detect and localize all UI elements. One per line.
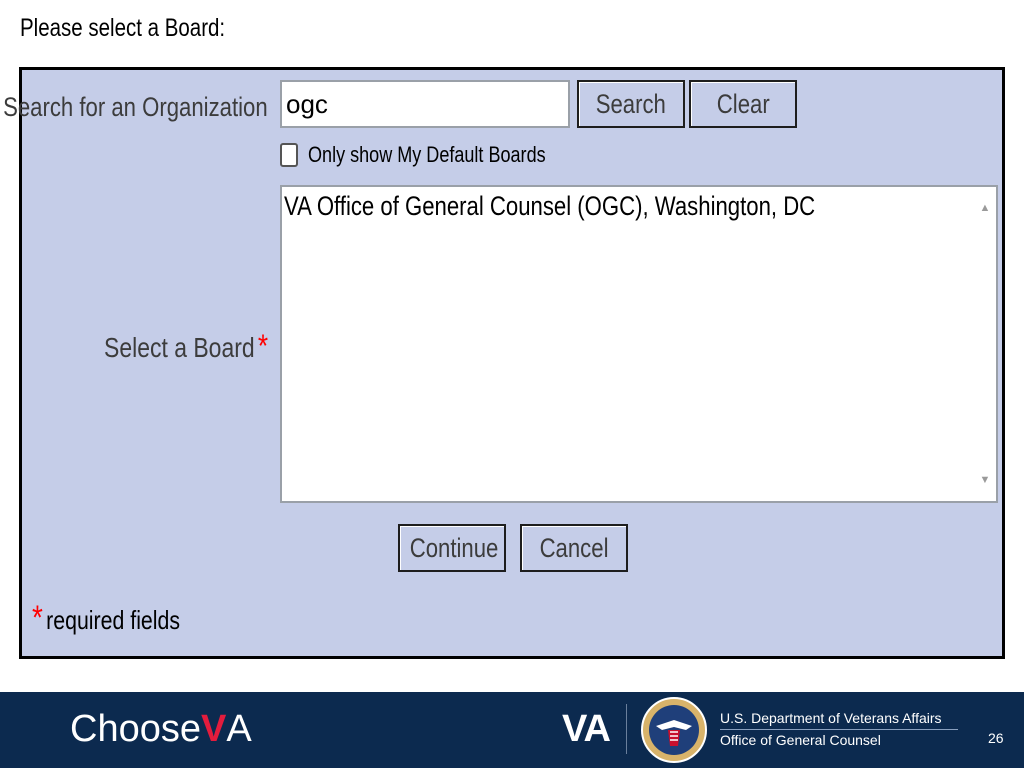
search-label-text: Search for an Organization — [3, 92, 268, 122]
va-wordmark: VA — [562, 708, 611, 750]
continue-button-label: Continue — [409, 532, 499, 563]
office-name: Office of General Counsel — [720, 732, 881, 748]
required-fields-note: * required fields — [32, 600, 213, 636]
cancel-button-label: Cancel — [539, 532, 609, 563]
board-listbox[interactable]: VA Office of General Counsel (OGC), Wash… — [280, 185, 998, 503]
department-divider — [720, 729, 958, 730]
default-boards-label: Only show My Default Boards — [308, 140, 598, 170]
choose-va-logo: ChooseVA — [70, 704, 252, 754]
board-selection-panel: Search for an Organization Search Clear … — [3, 67, 1005, 659]
choose-logo-v: V — [200, 708, 227, 750]
cancel-button[interactable]: Cancel — [520, 524, 628, 572]
department-name: U.S. Department of Veterans Affairs — [720, 710, 942, 726]
scroll-up-arrow-icon[interactable]: ▲ — [978, 201, 992, 215]
search-button-label: Search — [595, 88, 667, 119]
page-heading: Please select a Board: — [20, 14, 226, 42]
default-boards-label-text: Only show My Default Boards — [308, 142, 546, 167]
required-asterisk: * — [257, 328, 268, 364]
board-option-text: VA Office of General Counsel (OGC), Wash… — [284, 191, 816, 221]
select-board-text: Select a Board — [103, 332, 255, 363]
default-boards-checkbox[interactable] — [280, 143, 298, 167]
select-board-label-text: Select a Board * — [104, 328, 268, 366]
required-fields-note-text: * required fields — [32, 600, 180, 638]
page-number: 26 — [988, 730, 1004, 746]
footer-bar: ChooseVA VA U.S. Department of Veterans … — [0, 692, 1024, 768]
required-note-label: required fields — [46, 605, 181, 635]
board-option[interactable]: VA Office of General Counsel (OGC), Wash… — [284, 189, 932, 223]
search-label: Search for an Organization — [0, 90, 268, 124]
footer-divider — [626, 704, 627, 754]
clear-button[interactable]: Clear — [689, 80, 797, 128]
choose-logo-suffix: A — [226, 708, 252, 750]
clear-button-label: Clear — [716, 88, 770, 119]
select-board-label: Select a Board * — [68, 328, 268, 364]
choose-logo-prefix: Choose — [70, 708, 201, 750]
organization-search-input[interactable] — [280, 80, 570, 128]
scroll-down-arrow-icon[interactable]: ▼ — [978, 473, 992, 487]
continue-button[interactable]: Continue — [398, 524, 506, 572]
va-seal-icon — [641, 697, 707, 763]
required-note-asterisk: * — [32, 599, 43, 637]
search-button[interactable]: Search — [577, 80, 685, 128]
